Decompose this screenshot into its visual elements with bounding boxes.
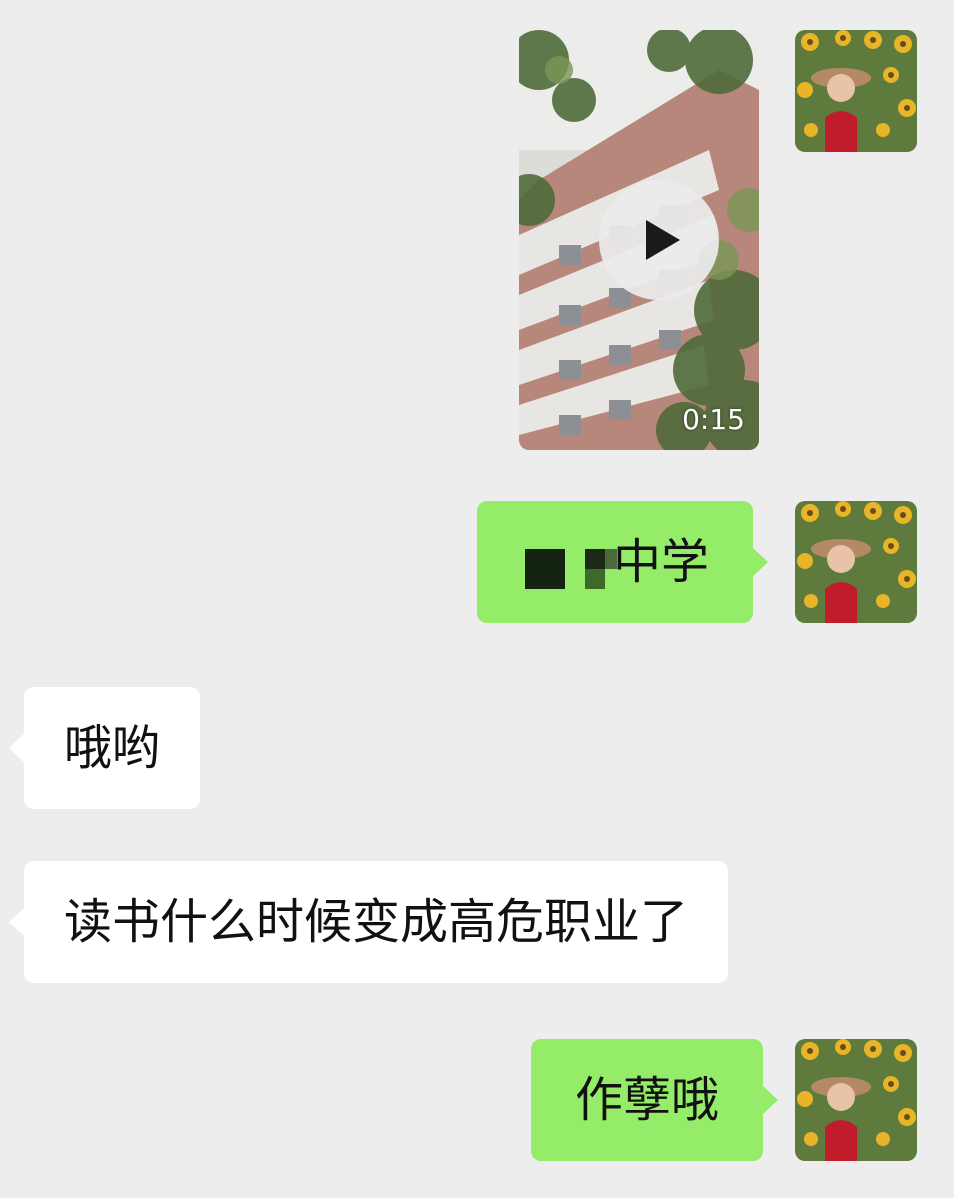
incoming-message[interactable]: 读书什么时候变成高危职业了 [8,861,729,983]
message-text: 作孽哦 [575,1072,720,1128]
my-avatar[interactable] [795,1039,917,1161]
message-text: 中学 [613,534,710,590]
play-icon [646,220,680,260]
video-message[interactable]: 0:15 [519,30,759,450]
message-text: 读书什么时候变成高危职业了 [64,894,689,950]
message-text: 哦哟 [64,720,161,776]
outgoing-message[interactable]: 中学 [477,501,769,623]
sunflower-portrait-avatar [795,1039,917,1161]
video-duration: 0:15 [682,403,745,436]
play-button[interactable] [599,180,719,300]
my-avatar[interactable] [795,501,917,623]
sunflower-portrait-avatar [795,30,917,152]
chat-window: 0:15 中学 哦哟 读书什么时候变成高危职业了 作孽哦 [0,0,954,1198]
incoming-message[interactable]: 哦哟 [8,687,201,809]
sunflower-portrait-avatar [795,501,917,623]
outgoing-message[interactable]: 作孽哦 [531,1039,779,1161]
my-avatar[interactable] [795,30,917,152]
redacted-mosaic [521,541,617,589]
